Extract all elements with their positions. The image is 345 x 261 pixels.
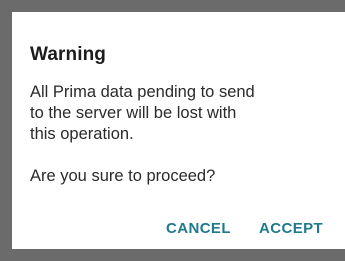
- dialog-message: All Prima data pending to send to the se…: [30, 83, 255, 185]
- accept-button[interactable]: ACCEPT: [259, 220, 323, 237]
- dialog-title: Warning: [30, 44, 106, 65]
- cancel-button[interactable]: CANCEL: [166, 220, 231, 237]
- warning-dialog: Warning All Prima data pending to send t…: [12, 12, 345, 249]
- dialog-actions: CANCEL ACCEPT: [12, 220, 345, 242]
